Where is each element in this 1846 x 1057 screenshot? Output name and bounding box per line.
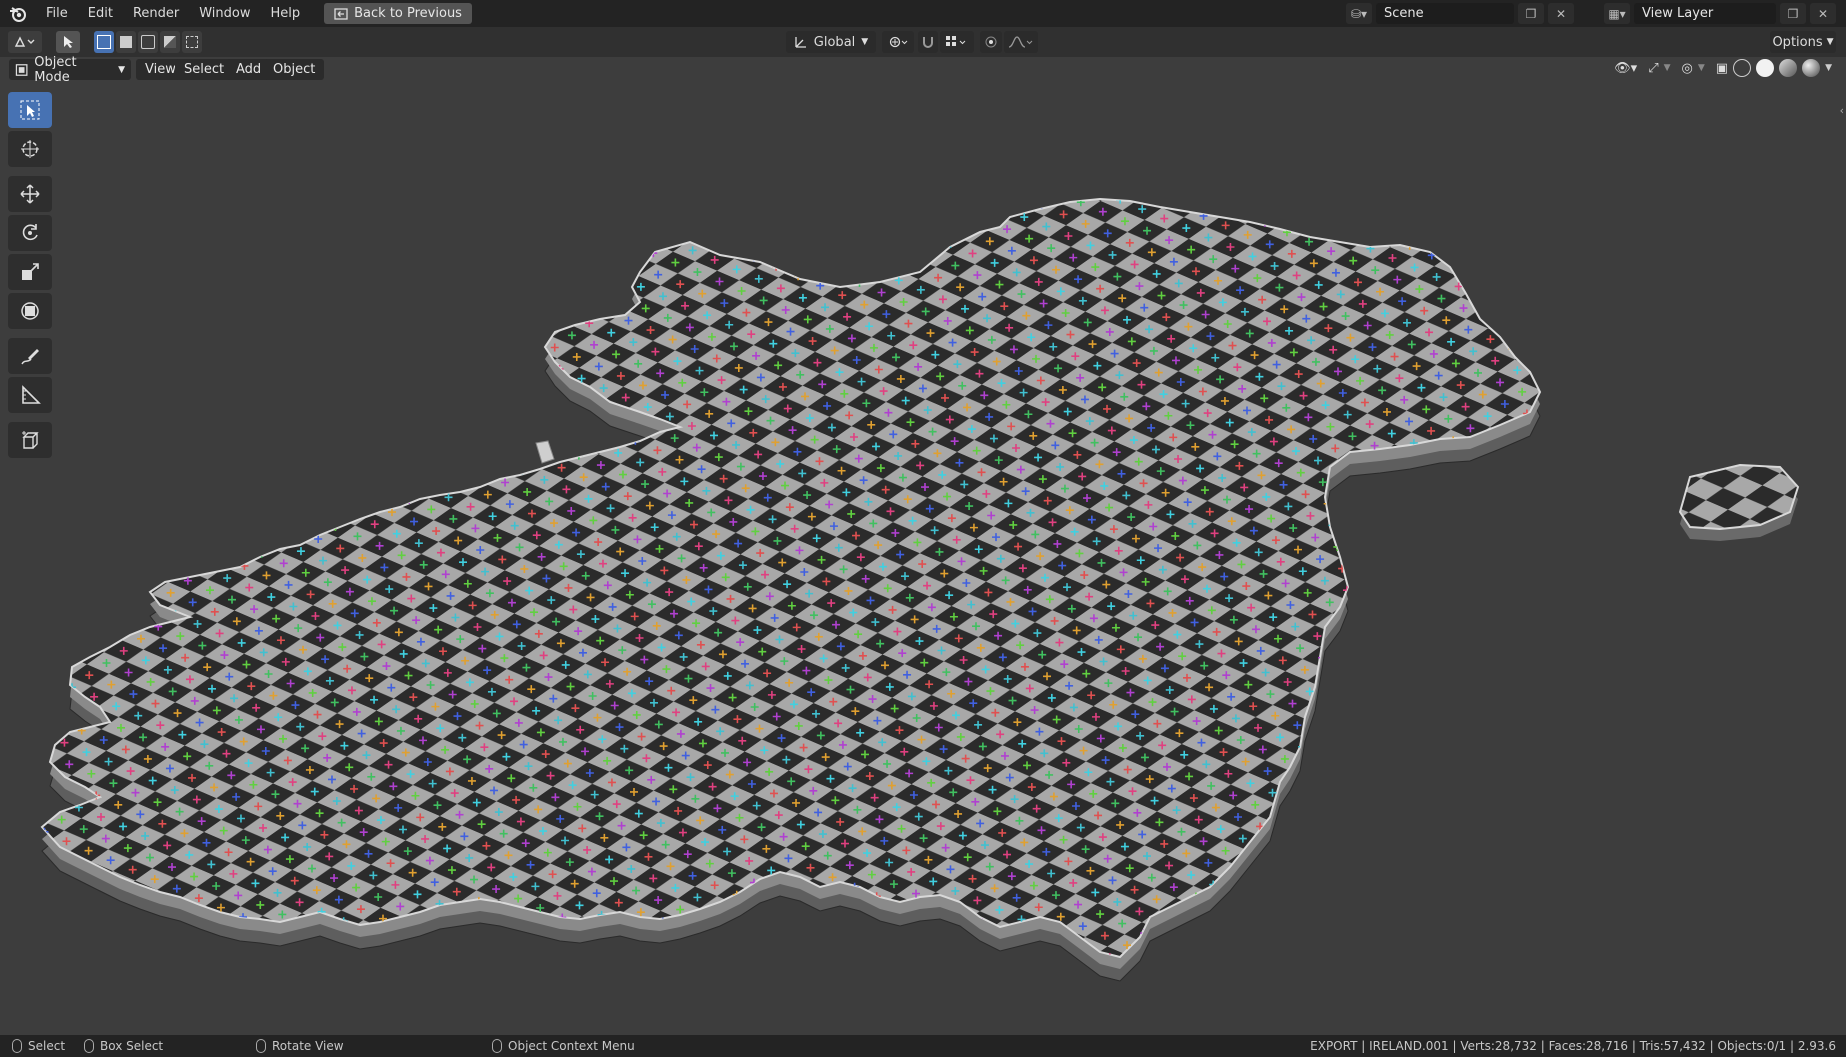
view-layer-name: View Layer	[1642, 6, 1714, 21]
select-mode-subtract-icon[interactable]	[138, 31, 158, 53]
scene-browse-icon[interactable]: ⛁▾	[1346, 3, 1372, 24]
status-hint-context-menu: Object Context Menu	[492, 1039, 635, 1053]
chevron-down-icon: ▼	[861, 37, 869, 47]
back-icon	[334, 7, 348, 20]
options-dropdown[interactable]: Options ▼	[1770, 31, 1836, 53]
move-icon	[20, 184, 40, 204]
wireframe-shading-icon[interactable]	[1733, 59, 1752, 77]
tool-scale[interactable]	[8, 254, 52, 290]
delete-scene-icon[interactable]: ✕	[1548, 3, 1574, 24]
viewport-display-controls: 👁︎▾ ⤢ ▼ ◎ ▼ ▣ ▼	[1614, 59, 1832, 77]
solid-shading-icon[interactable]	[1756, 59, 1775, 77]
gizmo-dropdown-icon[interactable]: ▼	[1664, 63, 1671, 73]
small-island-east	[1678, 463, 1800, 541]
view-layer-selector: ▦▾ View Layer ❐ ✕	[1604, 3, 1836, 24]
menu-file[interactable]: File	[36, 0, 78, 27]
back-to-previous-button[interactable]: Back to Previous	[324, 3, 472, 24]
mouse-left-icon	[12, 1039, 22, 1053]
mouse-middle-icon	[256, 1039, 266, 1053]
overlays-icon[interactable]: ◎	[1682, 61, 1693, 76]
select-mode-invert-icon[interactable]	[160, 31, 180, 53]
scene-name: Scene	[1384, 6, 1424, 21]
tool-rotate[interactable]	[8, 215, 52, 251]
overlays-dropdown-icon[interactable]: ▼	[1698, 63, 1705, 73]
small-island-northwest	[535, 440, 555, 464]
view-layer-browse-icon[interactable]: ▦▾	[1604, 3, 1630, 24]
status-hint-rotate-label: Rotate View	[272, 1039, 344, 1053]
scene-selector: ⛁▾ Scene ❐ ✕	[1346, 3, 1574, 24]
tool-cursor[interactable]	[8, 131, 52, 167]
scene-name-field[interactable]: Scene	[1376, 3, 1514, 24]
select-mode-intersect-icon[interactable]	[182, 31, 202, 53]
transform-orientation-dropdown[interactable]: Global ▼	[786, 31, 876, 53]
transform-orientation-value: Global	[813, 34, 856, 50]
sidebar-toggle-icon[interactable]: ‹	[1840, 104, 1844, 117]
object-mode-icon	[15, 63, 28, 76]
status-hint-context-menu-label: Object Context Menu	[508, 1039, 635, 1053]
top-bar: File Edit Render Window Help Back to Pre…	[0, 0, 1846, 27]
mouse-right-icon	[492, 1039, 502, 1053]
snap-toggle-icon[interactable]	[918, 31, 938, 53]
snap-target-icon[interactable]	[940, 31, 974, 53]
chevron-down-icon: ▼	[118, 64, 125, 75]
menu-window[interactable]: Window	[189, 0, 260, 27]
tool-select-box[interactable]	[8, 92, 52, 128]
mouse-drag-icon	[84, 1039, 94, 1053]
pivot-point-icon[interactable]	[882, 31, 914, 53]
measure-ruler-icon	[22, 385, 41, 404]
tool-transform[interactable]	[8, 293, 52, 329]
tool-move[interactable]	[8, 176, 52, 212]
scale-icon	[22, 263, 39, 280]
3d-viewport[interactable]	[0, 57, 1846, 1035]
menu-help[interactable]: Help	[261, 0, 311, 27]
gizmo-icon[interactable]: ⤢	[1648, 61, 1658, 76]
proportional-editing-icon[interactable]	[980, 31, 1002, 53]
interaction-mode-value: Object Mode	[34, 54, 77, 85]
transform-icon	[21, 302, 39, 320]
status-hint-box-select: Box Select	[84, 1039, 163, 1053]
interaction-mode-dropdown[interactable]: Object Mode ▼	[9, 55, 131, 85]
ireland-mesh	[41, 198, 1800, 982]
viewport-menu-select[interactable]: Select	[175, 59, 234, 80]
new-view-layer-icon[interactable]: ❐	[1780, 3, 1806, 24]
select-box-icon	[20, 100, 40, 120]
xray-toggle-icon[interactable]: ▣	[1716, 61, 1728, 76]
add-cube-icon	[22, 431, 39, 449]
status-hint-box-select-label: Box Select	[100, 1039, 164, 1053]
menu-edit[interactable]: Edit	[78, 0, 123, 27]
new-scene-icon[interactable]: ❐	[1518, 3, 1544, 24]
view-layer-name-field[interactable]: View Layer	[1634, 3, 1776, 24]
proportional-falloff-icon[interactable]	[1004, 31, 1038, 53]
visibility-eye-icon[interactable]: 👁︎▾	[1614, 61, 1637, 76]
tool-shelf	[8, 92, 52, 461]
tool-add-cube[interactable]	[8, 422, 52, 458]
select-mode-extend-icon[interactable]	[116, 31, 136, 53]
menu-render[interactable]: Render	[123, 0, 189, 27]
orientation-axes-icon	[795, 37, 806, 48]
viewport-menu-object[interactable]: Object	[264, 59, 325, 80]
rotate-icon	[22, 224, 38, 241]
material-preview-shading-icon[interactable]	[1779, 59, 1798, 77]
select-mode-new-icon[interactable]	[94, 31, 114, 53]
shading-options-dropdown-icon[interactable]: ▼	[1825, 63, 1832, 73]
status-hint-select-label: Select	[28, 1039, 66, 1053]
tool-settings-header: Global ▼ Options ▼	[0, 27, 1846, 57]
annotate-pencil-icon	[21, 349, 39, 365]
status-bar: Select Box Select Rotate View Object Con…	[0, 1035, 1846, 1057]
status-hint-select: Select	[12, 1039, 65, 1053]
back-to-previous-label: Back to Previous	[354, 6, 462, 21]
tool-annotate[interactable]	[8, 338, 52, 374]
select-tool-icon[interactable]	[56, 31, 80, 53]
rendered-shading-icon[interactable]	[1802, 59, 1821, 77]
blender-logo-icon[interactable]	[0, 0, 36, 27]
delete-view-layer-icon[interactable]: ✕	[1810, 3, 1836, 24]
scene-statistics: EXPORT | IRELAND.001 | Verts:28,732 | Fa…	[1310, 1039, 1836, 1053]
viewport-header: Object Mode ▼ View Select Add Object 👁︎▾…	[0, 55, 1846, 85]
tool-measure[interactable]	[8, 377, 52, 413]
chevron-down-icon: ▼	[1826, 37, 1834, 47]
status-hint-rotate: Rotate View	[256, 1039, 344, 1053]
options-label: Options	[1772, 34, 1823, 50]
editor-type-icon[interactable]	[8, 31, 42, 53]
cursor-icon	[21, 140, 39, 158]
